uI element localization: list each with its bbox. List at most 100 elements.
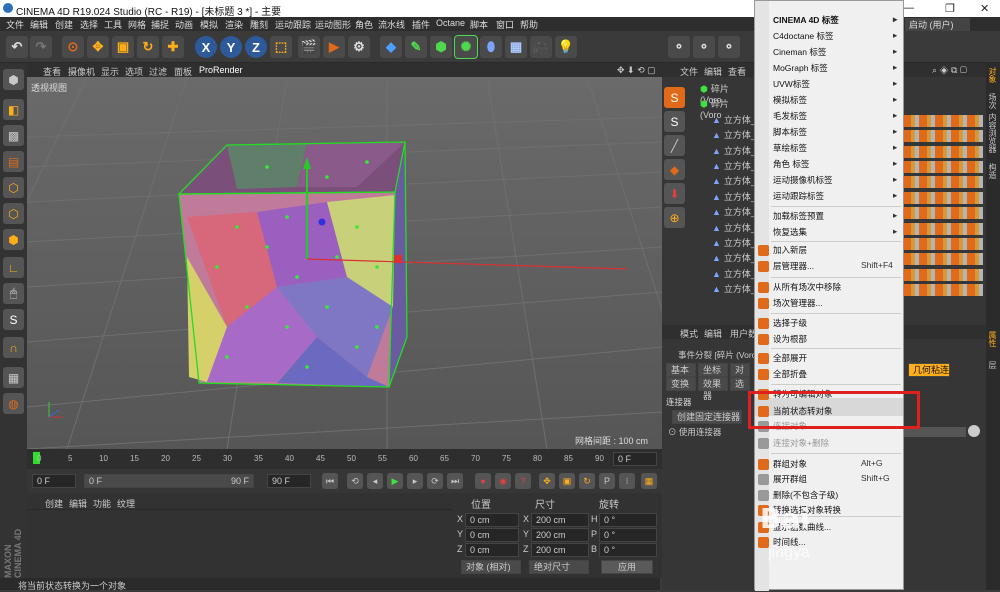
context-menu-item[interactable]: Cineman 标签 ▸ [773,46,897,58]
menu-edit[interactable]: 编辑 [30,18,48,31]
next-key-icon[interactable]: ⟳ [427,473,443,489]
context-menu-item[interactable]: 角色 标签 ▸ [773,158,897,170]
menu-simulate[interactable]: 模拟 [200,18,218,31]
context-menu-item[interactable]: 从所有场次中移除 [773,281,841,293]
tag-cells[interactable] [903,176,983,189]
tweak-mode-icon[interactable]: 🖱 [3,283,24,304]
rotation-field[interactable]: 0 ° [599,528,657,542]
snap-tag-icon[interactable]: S [664,87,685,108]
render-picture-viewer-icon[interactable]: ▶ [323,36,345,58]
texture-mode-icon[interactable]: ▩ [3,125,24,146]
menu-file[interactable]: 文件 [6,18,24,31]
menu-snap[interactable]: 捕捉 [151,18,169,31]
context-menu-item[interactable]: 连接对象+删除 [773,437,829,449]
z-axis-icon[interactable]: Z [245,36,267,58]
om-search-icons[interactable]: ⌕ ◈ ⧉ ▢ [932,65,967,76]
previous-frame-icon[interactable]: ◂ [367,473,383,489]
line-tool-icon[interactable]: ╱ [664,135,685,156]
geometry-glue-tab[interactable]: 几何粘连 [908,363,950,377]
use-connector-label[interactable]: ⊙ 使用连接器 [668,426,721,438]
context-menu-item[interactable]: 毛发标签 ▸ [773,110,897,122]
context-menu-item[interactable]: 群组对象 Alt+G [773,458,883,470]
tag-cells[interactable] [903,207,983,220]
menu-pipeline[interactable]: 流水线 [378,18,405,31]
subdivision-icon[interactable]: ⬢ [430,36,452,58]
size-field[interactable]: 200 cm [531,543,589,557]
xyz-icon[interactable]: ⊕ [664,207,685,228]
layout-selector[interactable]: 启动 (用户) [905,18,970,31]
cube-tool-icon[interactable]: ◆ [664,159,685,180]
tag-cells[interactable] [903,191,983,204]
menu-mesh[interactable]: 网格 [128,18,146,31]
coordinate-system-icon[interactable]: ⬚ [270,36,292,58]
context-menu-item[interactable]: 场次管理器... [773,297,823,309]
menu-character[interactable]: 角色 [355,18,373,31]
am-tab-select[interactable]: 选 [730,377,750,391]
key-param-icon[interactable]: P [599,473,615,489]
menu-tools[interactable]: 工具 [104,18,122,31]
tag-cells[interactable] [903,253,983,266]
menu-create[interactable]: 创建 [55,18,73,31]
tag-cells[interactable] [903,114,983,127]
menu-render[interactable]: 渲染 [225,18,243,31]
light-icon[interactable]: 💡 [555,36,577,58]
play-icon[interactable]: ▶ [387,473,403,489]
context-menu-item[interactable]: 模拟标签 ▸ [773,94,897,106]
vp-nav-icons[interactable]: ✥ ⬇ ⟲ ▢ [617,65,656,76]
frame-range-slider[interactable]: 0 F 90 F [84,474,254,488]
render-view-icon[interactable]: 🎬 [298,36,320,58]
points-mode-icon[interactable]: ⬡ [3,177,24,198]
planar-workplane-icon[interactable]: ◍ [3,393,24,414]
x-axis-icon[interactable]: X [195,36,217,58]
keyframe-selection-icon[interactable]: ? [515,473,531,489]
timeline-icon[interactable]: ▦ [641,473,657,489]
mograph-cloner-icon[interactable]: ✺ [454,35,478,59]
close-icon[interactable]: ✕ [980,2,989,15]
y-axis-icon[interactable]: Y [220,36,242,58]
apply-button[interactable]: 应用 [601,560,653,574]
am-tab-effectors[interactable]: 效果器 [698,377,728,401]
current-frame-field[interactable]: 0 F [613,452,657,466]
spheres-3-icon[interactable]: ⚬ [718,36,740,58]
menu-motion-tracking[interactable]: 运动跟踪 [275,18,311,31]
arrow-down-icon[interactable]: ⬇ [664,183,685,204]
menu-plugins[interactable]: 插件 [412,18,430,31]
am-menu-user[interactable]: 用户数 [730,327,757,340]
context-menu-item[interactable]: 运动摄像机标签 ▸ [773,174,897,186]
spheres-icon[interactable]: ⚬ [668,36,690,58]
side-tab-takes[interactable]: 场次 [987,93,998,109]
magnet-icon[interactable]: ∩ [3,337,24,358]
position-field[interactable]: 0 cm [465,513,519,527]
context-menu-item[interactable]: 删除(不包含子级) [773,489,838,501]
position-field[interactable]: 0 cm [465,543,519,557]
context-menu-item[interactable]: 全部折叠 [773,368,807,380]
context-menu-item[interactable]: 脚本标签 ▸ [773,126,897,138]
snap-tag-2-icon[interactable]: S [664,111,685,132]
perspective-viewport[interactable]: 透视视图 网格间距 : 100 cm [27,77,662,449]
object-list-item[interactable]: ⬢ 碎片 (Voro [700,97,750,120]
menu-select[interactable]: 选择 [80,18,98,31]
scale-icon[interactable]: ▣ [112,36,134,58]
key-rotation-icon[interactable]: ↻ [579,473,595,489]
rotate-icon[interactable]: ↻ [137,36,159,58]
spheres-2-icon[interactable]: ⚬ [693,36,715,58]
key-position-icon[interactable]: ✥ [539,473,555,489]
lock-workplane-icon[interactable]: ▦ [3,367,24,388]
side-tab-layers[interactable]: 层 [987,361,998,369]
live-selection-icon[interactable]: ⊙ [62,36,84,58]
am-tab-coord[interactable]: 坐标 [698,363,728,377]
model-mode-icon[interactable]: ◧ [3,99,24,120]
tag-cells[interactable] [903,130,983,143]
position-field[interactable]: 0 cm [465,528,519,542]
tag-cells[interactable] [903,145,983,158]
side-tab-objects[interactable]: 对象 [987,67,998,83]
context-menu-item[interactable]: CINEMA 4D 标签 ▸ [773,14,897,26]
tag-cells[interactable] [903,284,983,297]
maximize-icon[interactable]: ❐ [945,2,955,15]
create-fixed-connector-button[interactable]: 创建固定连接器 [672,410,742,424]
rotation-field[interactable]: 0 ° [599,543,657,557]
add-object-icon[interactable]: ✚ [162,36,184,58]
side-tab-structure[interactable]: 构造 [987,163,998,179]
minimize-icon[interactable]: — [903,2,914,14]
pen-icon[interactable]: ✎ [405,36,427,58]
